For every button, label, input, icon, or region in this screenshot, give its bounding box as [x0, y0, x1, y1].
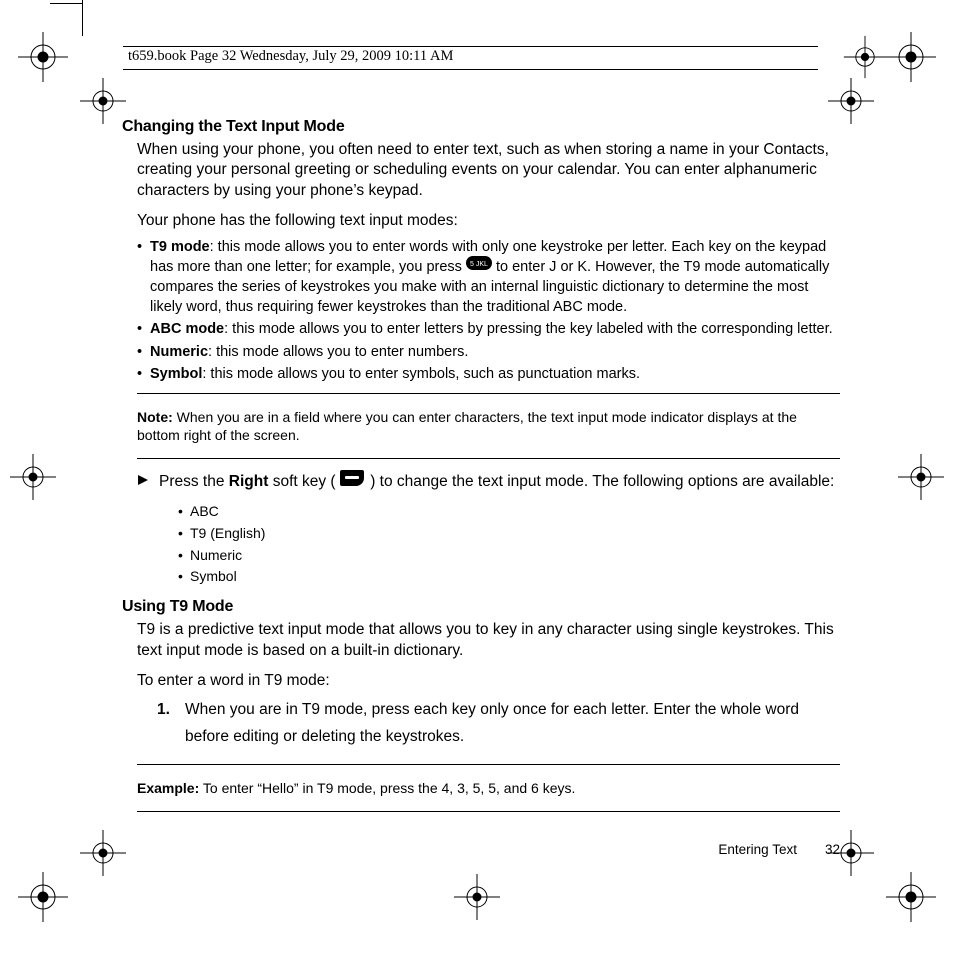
crop-line [82, 0, 83, 36]
triangle-bullet-icon [137, 472, 149, 492]
instruction-text: ) to change the text input mode. The fol… [366, 473, 834, 490]
footer-page-number: 32 [825, 842, 840, 857]
note-body: When you are in a field where you can en… [137, 409, 797, 443]
document-page: t659.book Page 32 Wednesday, July 29, 20… [0, 0, 954, 954]
note-text: Note: When you are in a field where you … [137, 408, 840, 444]
mode-label: T9 mode [150, 239, 210, 255]
step-item: 1. When you are in T9 mode, press each k… [157, 697, 840, 750]
paragraph: T9 is a predictive text input mode that … [137, 620, 840, 661]
softkey-icon [340, 468, 366, 494]
step-number: 1. [157, 697, 170, 723]
mode-label: Symbol [150, 366, 202, 382]
reg-mark-left-mid [8, 452, 58, 502]
example-label: Example: [137, 780, 199, 796]
example-text: Example: To enter “Hello” in T9 mode, pr… [137, 779, 840, 797]
list-item: Symbol: this mode allows you to enter sy… [137, 365, 840, 385]
list-item: Numeric [178, 545, 840, 567]
mode-text: : this mode allows you to enter numbers. [208, 344, 468, 360]
mode-label: ABC mode [150, 321, 224, 337]
instruction-step: Press the Right soft key ( ) to change t… [137, 469, 840, 495]
note-label: Note: [137, 409, 173, 425]
crop-line [50, 3, 82, 4]
page-header: t659.book Page 32 Wednesday, July 29, 20… [123, 46, 918, 70]
mode-text: : this mode allows you to enter letters … [224, 321, 833, 337]
key-name: Right [229, 473, 269, 490]
list-item: Numeric: this mode allows you to enter n… [137, 343, 840, 363]
instruction-text: soft key ( [268, 473, 340, 490]
instruction-text: Press the [159, 473, 229, 490]
list-item: Symbol [178, 566, 840, 588]
mode-text: : this mode allows you to enter symbols,… [202, 366, 640, 382]
reg-mark-right-mid [896, 452, 946, 502]
reg-mark-bottom-right [886, 872, 936, 922]
list-item: ABC [178, 501, 840, 523]
example-body: To enter “Hello” in T9 mode, press the 4… [199, 780, 575, 796]
svg-text:5 JKL: 5 JKL [470, 261, 488, 268]
mode-list: T9 mode: this mode allows you to enter w… [137, 238, 840, 385]
steps-list: 1. When you are in T9 mode, press each k… [157, 697, 840, 750]
paragraph: When using your phone, you often need to… [137, 140, 840, 201]
section-heading-using-t9: Using T9 Mode [122, 598, 840, 616]
list-item: ABC mode: this mode allows you to enter … [137, 320, 840, 340]
paragraph: Your phone has the following text input … [137, 211, 840, 231]
file-meta-text: t659.book Page 32 Wednesday, July 29, 20… [128, 48, 453, 65]
options-list: ABC T9 (English) Numeric Symbol [178, 501, 840, 588]
reg-mark-left-upper [78, 76, 128, 126]
reg-mark-bottom-center [452, 872, 502, 922]
reg-mark-bottom-left [18, 872, 68, 922]
divider [137, 811, 840, 812]
section-heading-changing-mode: Changing the Text Input Mode [122, 118, 840, 136]
divider [137, 393, 840, 394]
divider [137, 764, 840, 765]
footer-section: Entering Text [718, 842, 797, 857]
list-item: T9 mode: this mode allows you to enter w… [137, 238, 840, 317]
mode-label: Numeric [150, 344, 208, 360]
divider [137, 458, 840, 459]
reg-mark-left-lower [78, 828, 128, 878]
step-text: When you are in T9 mode, press each key … [185, 701, 799, 744]
paragraph: To enter a word in T9 mode: [137, 671, 840, 691]
keypad-key-icon: 5 JKL [466, 256, 492, 277]
page-footer: Entering Text 32 [122, 842, 840, 857]
list-item: T9 (English) [178, 523, 840, 545]
header-reg-icon [842, 34, 888, 85]
page-content: Changing the Text Input Mode When using … [122, 118, 840, 818]
reg-mark-top-left [18, 32, 68, 82]
